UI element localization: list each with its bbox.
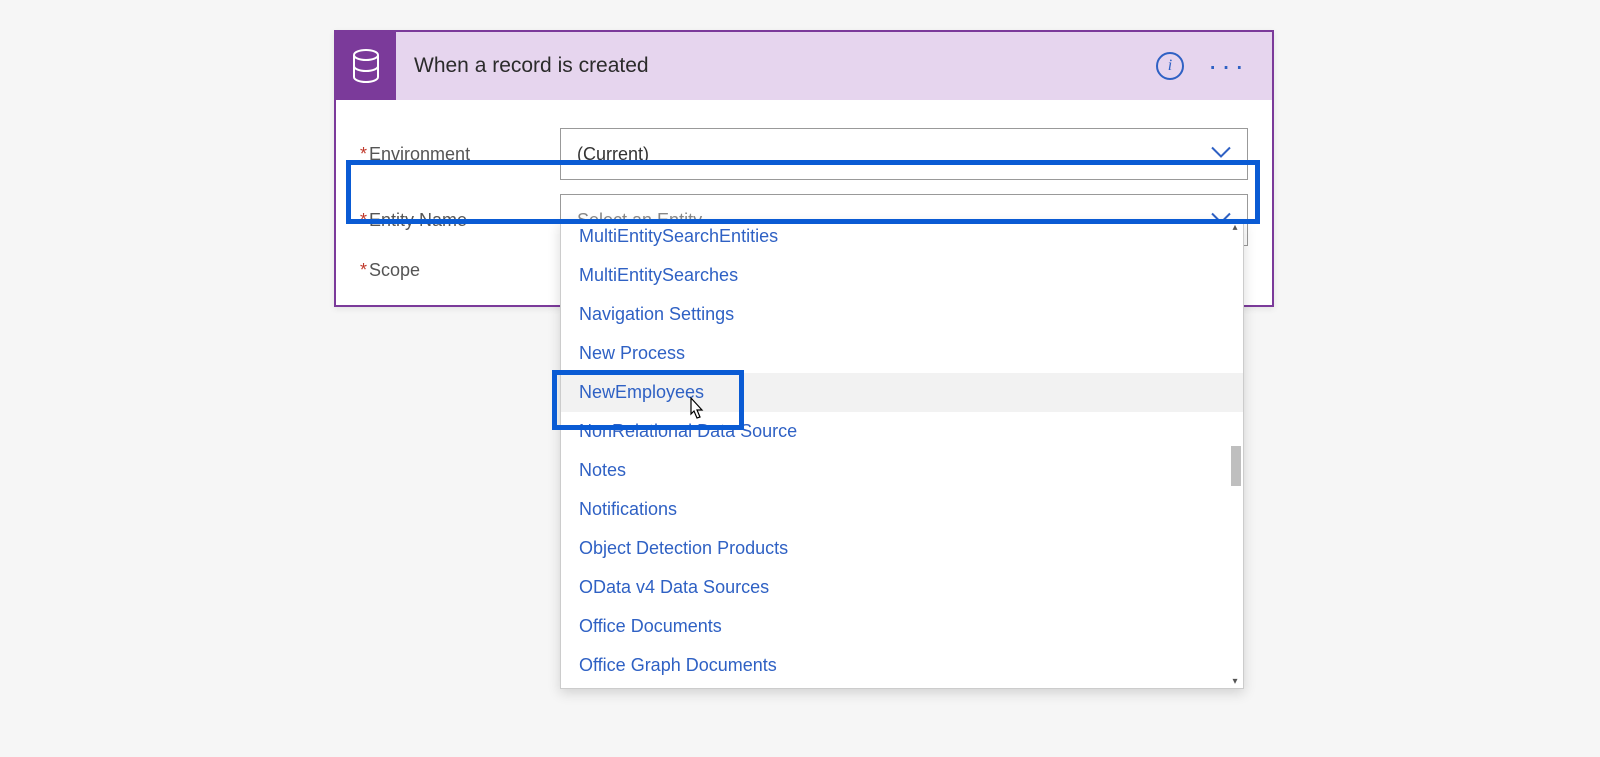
scrollbar-thumb[interactable] [1231,446,1241,486]
entity-option[interactable]: Notifications [561,490,1243,529]
entity-option[interactable]: Office Documents [561,607,1243,646]
scrollbar-track[interactable]: ▴ ▾ [1229,222,1241,688]
entity-option[interactable]: Notes [561,451,1243,490]
scope-label-text: Scope [369,260,420,280]
header-actions: i ··· [1156,52,1272,80]
environment-control: (Current) [560,128,1248,180]
entity-dropdown-list[interactable]: MultiEntitySearchEntitiesMultiEntitySear… [561,222,1243,688]
card-title: When a record is created [396,54,1156,78]
entity-option[interactable]: OData v4 Data Sources [561,568,1243,607]
entity-option[interactable]: NonRelational Data Source [561,412,1243,451]
entity-option[interactable]: NewEmployees [561,373,1243,412]
entity-option[interactable]: MultiEntitySearches [561,256,1243,295]
scope-label: *Scope [360,260,560,281]
entity-label: *Entity Name [360,210,560,231]
chevron-down-icon [1210,144,1232,165]
environment-select[interactable]: (Current) [560,128,1248,180]
scroll-down-icon[interactable]: ▾ [1229,676,1241,688]
info-icon[interactable]: i [1156,52,1184,80]
card-header: When a record is created i ··· [336,32,1272,100]
entity-option[interactable]: Navigation Settings [561,295,1243,334]
entity-dropdown-panel: MultiEntitySearchEntitiesMultiEntitySear… [560,221,1244,689]
entity-option[interactable]: MultiEntitySearchEntities [561,222,1243,256]
environment-label: *Environment [360,144,560,165]
entity-option[interactable]: Object Detection Products [561,529,1243,568]
entity-label-text: Entity Name [369,210,467,230]
database-icon-svg [351,48,381,84]
more-menu-button[interactable]: ··· [1208,61,1248,71]
scroll-up-icon[interactable]: ▴ [1229,222,1241,234]
environment-label-text: Environment [369,144,470,164]
database-icon [336,32,396,100]
entity-option[interactable]: Office Graph Documents [561,646,1243,685]
entity-option[interactable]: New Process [561,334,1243,373]
environment-value: (Current) [577,144,649,165]
field-row-environment: *Environment (Current) [360,128,1248,180]
